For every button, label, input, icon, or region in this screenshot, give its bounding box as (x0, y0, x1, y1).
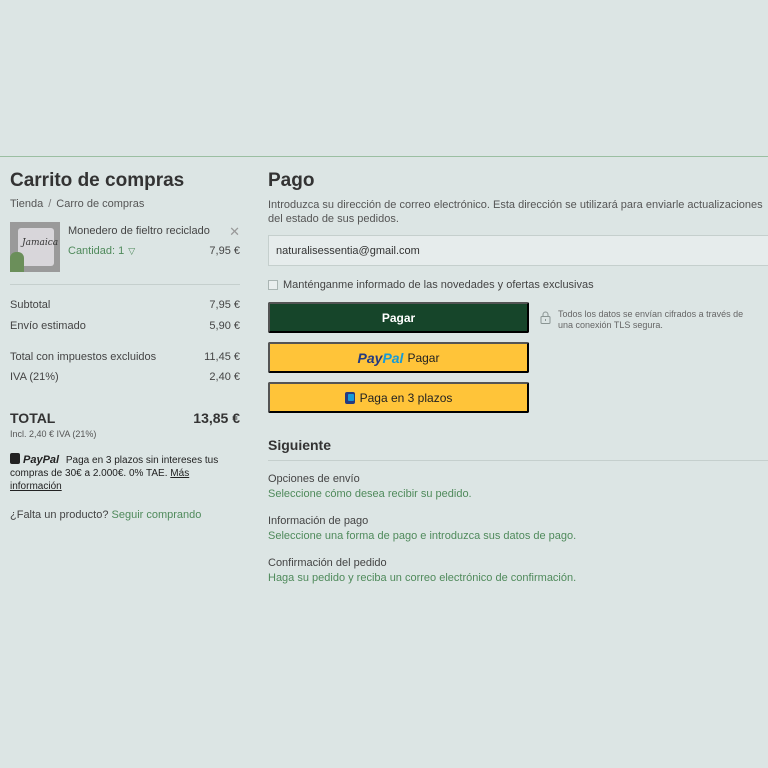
paypal-installments-note: PayPal Paga en 3 plazos sin intereses tu… (10, 453, 240, 493)
continue-shopping-link[interactable]: Seguir comprando (112, 509, 202, 521)
shipping-value: 5,90 € (209, 320, 240, 332)
subtotal-label: Subtotal (10, 299, 51, 311)
cart-divider (10, 284, 240, 285)
top-divider (0, 156, 768, 157)
cart-title: Carrito de compras (10, 170, 185, 191)
shipping-label: Envío estimado (10, 320, 86, 332)
subtotal-value: 7,95 € (209, 299, 240, 311)
shipping-row: Envío estimado 5,90 € (10, 320, 240, 332)
next-steps-title: Siguiente (268, 437, 332, 453)
step-payment-info: Información de pago Seleccione una forma… (268, 515, 768, 542)
installments-button-label: Paga en 3 plazos (359, 390, 453, 405)
step-description: Haga su pedido y reciba un correo electr… (268, 572, 577, 584)
newsletter-option[interactable]: Manténganme informado de las novedades y… (268, 279, 768, 291)
paypal-button[interactable]: PayPal Pagar (268, 342, 529, 373)
secure-text: Todos los datos se envían cifrados a tra… (558, 309, 744, 330)
newsletter-checkbox[interactable] (268, 280, 278, 290)
quantity-selector[interactable]: Cantidad: 1 ▽ (68, 245, 135, 257)
email-field[interactable] (268, 235, 768, 266)
pay-button[interactable]: Pagar (268, 302, 529, 333)
cart-item: Jamaica Monedero de fieltro reciclado ✕ … (10, 222, 240, 272)
vat-row: IVA (21%) 2,40 € (10, 371, 240, 383)
payment-section: Pago Introduzca su dirección de correo e… (268, 170, 768, 584)
lock-icon (540, 311, 551, 324)
paypal-button-label: Pagar (407, 350, 440, 365)
paypal-icon (344, 391, 355, 404)
paypal-button-logo: PayPal (357, 349, 404, 366)
step-description: Seleccione una forma de pago e introduzc… (268, 530, 577, 542)
total-row: TOTAL 13,85 € (10, 410, 240, 426)
step-shipping: Opciones de envío Seleccione cómo desea … (268, 473, 768, 500)
paypal-logo: PayPal (23, 454, 60, 466)
total-tax-note: Incl. 2,40 € IVA (21%) (10, 429, 97, 439)
close-icon[interactable]: ✕ (229, 224, 240, 240)
paypal-icon (10, 453, 20, 464)
breadcrumb-separator: / (48, 198, 52, 210)
product-name[interactable]: Monedero de fieltro reciclado (68, 225, 210, 237)
total-excl-tax-label: Total con impuestos excluidos (10, 351, 157, 363)
step-title: Opciones de envío (268, 473, 360, 485)
breadcrumb: Tienda / Carro de compras (10, 198, 240, 210)
newsletter-label: Manténganme informado de las novedades y… (283, 279, 594, 291)
total-excl-tax-value: 11,45 € (204, 351, 240, 363)
product-thumbnail[interactable]: Jamaica (10, 222, 60, 272)
vat-label: IVA (21%) (10, 371, 59, 383)
breadcrumb-tienda[interactable]: Tienda (10, 198, 43, 210)
step-description: Seleccione cómo desea recibir su pedido. (268, 488, 472, 500)
payment-intro: Introduzca su dirección de correo electr… (268, 199, 763, 225)
cart-summary: Carrito de compras Tienda / Carro de compr… (10, 170, 240, 521)
step-title: Información de pago (268, 515, 369, 527)
product-image-text: Jamaica (22, 238, 59, 248)
quantity-label: Cantidad: 1 (68, 245, 125, 257)
step-confirmation: Confirmación del pedido Haga su pedido y… (268, 557, 768, 584)
total-value: 13,85 € (193, 410, 240, 426)
total-label: TOTAL (10, 410, 56, 426)
total-excl-tax-row: Total con impuestos excluidos 11,45 € (10, 351, 240, 363)
subtotal-row: Subtotal 7,95 € (10, 299, 240, 311)
vat-value: 2,40 € (209, 371, 240, 383)
step-title: Confirmación del pedido (268, 557, 387, 569)
paypal-installments-button[interactable]: Paga en 3 plazos (268, 382, 529, 413)
missing-product: ¿Falta un producto? Seguir comprando (10, 509, 240, 521)
secure-notice: Todos los datos se envían cifrados a tra… (540, 309, 760, 331)
product-price: 7,95 € (209, 245, 240, 257)
payment-title: Pago (268, 170, 315, 191)
plant-shape (10, 252, 24, 272)
missing-product-text: ¿Falta un producto? (10, 509, 109, 521)
next-steps-divider (268, 460, 768, 461)
chevron-down-icon: ▽ (128, 246, 136, 256)
breadcrumb-current: Carro de compras (56, 198, 145, 210)
